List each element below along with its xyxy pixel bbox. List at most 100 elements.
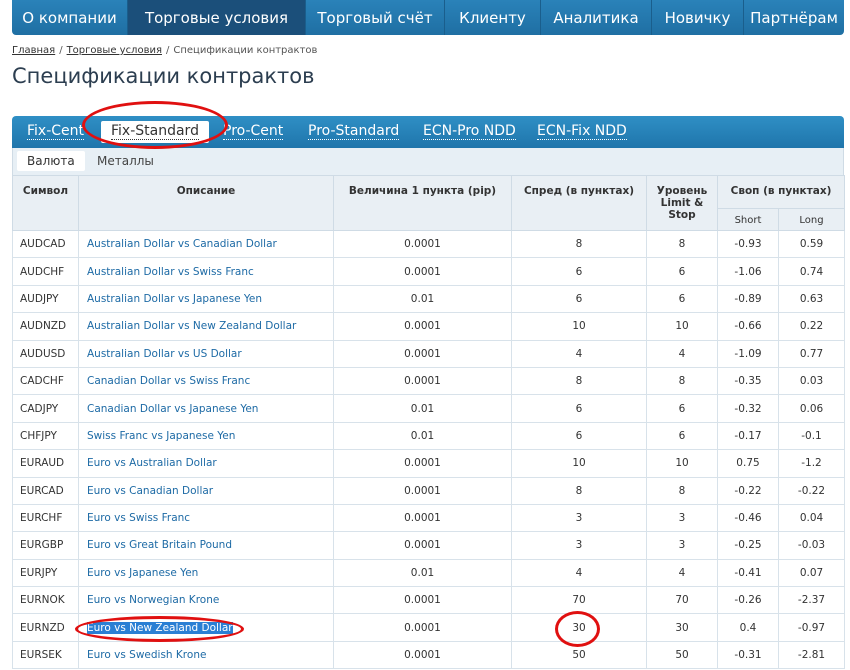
table-row: CADJPY Canadian Dollar vs Japanese Yen 0.0… <box>12 394 846 423</box>
spread-cell: 10 <box>511 449 647 478</box>
table-row: EURNOK Euro vs Norwegian Krone 0.0001 70 70-… <box>12 586 846 615</box>
nav-item-beginner[interactable]: Новичку <box>652 0 744 35</box>
description-link[interactable]: Australian Dollar vs Swiss Franc <box>78 257 334 286</box>
header-pip-value: Величина 1 пункта (pip) <box>333 175 512 231</box>
table-row: EURAUD Euro vs Australian Dollar 0.0001 10 1… <box>12 449 846 478</box>
description-link[interactable]: Swiss Franc vs Japanese Yen <box>78 421 334 451</box>
spread-cell: 6 <box>511 284 647 314</box>
description-link[interactable]: Australian Dollar vs Canadian Dollar <box>78 229 334 259</box>
breadcrumb-separator: / <box>165 45 170 56</box>
swap-long-cell: 0.04 <box>777 503 846 533</box>
nav-item-about[interactable]: О компании <box>12 0 128 35</box>
tab-ecn-pro-ndd[interactable]: ECN-Pro NDD <box>423 116 516 148</box>
description-link[interactable]: Australian Dollar vs New Zealand Dollar <box>78 312 334 341</box>
description-link[interactable]: Euro vs Great Britain Pound <box>78 531 334 560</box>
pip-value-cell: 0.0001 <box>333 366 512 396</box>
pip-value-cell: 0.0001 <box>333 613 512 642</box>
limit-stop-level-cell: 6 <box>646 284 718 314</box>
symbol-cell: CADJPY <box>12 394 79 423</box>
description-link[interactable]: Euro vs New Zealand Dollar <box>78 613 334 642</box>
swap-long-cell: 0.03 <box>777 366 846 396</box>
swap-long-cell: -0.22 <box>777 476 846 505</box>
description-link[interactable]: Euro vs Norwegian Krone <box>78 586 334 615</box>
swap-long-cell: 0.63 <box>777 284 846 314</box>
header-symbol: Символ <box>12 175 79 231</box>
description-link[interactable]: Canadian Dollar vs Japanese Yen <box>78 394 334 423</box>
spread-cell: 10 <box>511 312 647 341</box>
swap-long-cell: -0.1 <box>777 421 846 451</box>
tab-ecn-fix-ndd[interactable]: ECN-Fix NDD <box>537 116 627 148</box>
spread-cell: 6 <box>511 394 647 423</box>
tab-fix-cent[interactable]: Fix-Cent <box>27 116 85 148</box>
subtab-currency[interactable]: Валюта <box>17 151 85 171</box>
pip-value-cell: 0.01 <box>333 394 512 423</box>
pip-value-cell: 0.0001 <box>333 312 512 341</box>
swap-short-cell: -0.22 <box>717 476 779 505</box>
table-row: AUDNZD Australian Dollar vs New Zealand D… <box>12 312 846 341</box>
description-link[interactable]: Euro vs Swiss Franc <box>78 503 334 533</box>
limit-stop-level-cell: 4 <box>646 339 718 368</box>
nav-item-analytics[interactable]: Аналитика <box>541 0 652 35</box>
nav-item-trading-conditions[interactable]: Торговые условия <box>128 0 306 35</box>
header-swap-short: Short <box>717 208 779 231</box>
swap-short-cell: -1.06 <box>717 257 779 286</box>
swap-short-cell: -1.09 <box>717 339 779 368</box>
nav-item-trading-account[interactable]: Торговый счёт <box>306 0 445 35</box>
breadcrumb-section-link[interactable]: Торговые условия <box>67 45 162 56</box>
description-link[interactable]: Australian Dollar vs Japanese Yen <box>78 284 334 314</box>
limit-stop-level-cell: 3 <box>646 531 718 560</box>
symbol-cell: CHFJPY <box>12 421 79 451</box>
table-row: EURSEK Euro vs Swedish Krone 0.0001 50 50 -0.… <box>12 640 846 670</box>
spread-cell: 8 <box>511 366 647 396</box>
limit-stop-level-cell: 4 <box>646 558 718 588</box>
swap-short-cell: -0.35 <box>717 366 779 396</box>
description-link[interactable]: Euro vs Swedish Krone <box>78 640 334 670</box>
symbol-cell: EURJPY <box>12 558 79 588</box>
tab-fix-standard[interactable]: Fix-Standard <box>101 121 209 143</box>
limit-stop-level-cell: 8 <box>646 366 718 396</box>
limit-stop-level-cell: 6 <box>646 257 718 286</box>
swap-long-cell: 0.22 <box>777 312 846 341</box>
description-link[interactable]: Euro vs Australian Dollar <box>78 449 334 478</box>
description-text: Australian Dollar vs Canadian Dollar <box>87 238 277 251</box>
swap-long-cell: 0.07 <box>777 558 846 588</box>
subtab-metals[interactable]: Металлы <box>87 151 164 171</box>
symbol-cell: EURSEK <box>12 640 79 670</box>
swap-short-cell: 0.4 <box>717 613 779 642</box>
tab-label: ECN-Pro NDD <box>423 123 516 140</box>
table-body: AUDCAD Australian Dollar vs Canadian Doll… <box>12 229 846 670</box>
breadcrumb-home-link[interactable]: Главная <box>12 45 55 56</box>
description-link[interactable]: Euro vs Japanese Yen <box>78 558 334 588</box>
description-text: Australian Dollar vs Japanese Yen <box>87 292 263 305</box>
limit-stop-level-cell: 70 <box>646 586 718 615</box>
nav-item-partners[interactable]: Партнёрам <box>744 0 844 35</box>
limit-stop-level-cell: 50 <box>646 640 718 670</box>
symbol-cell: EURAUD <box>12 449 79 478</box>
tab-pro-cent[interactable]: Pro-Cent <box>223 116 284 148</box>
description-text: Euro vs Japanese Yen <box>87 566 199 579</box>
tab-pro-standard[interactable]: Pro-Standard <box>308 116 400 148</box>
breadcrumb: Главная / Торговые условия / Спецификации ко… <box>12 45 317 56</box>
swap-long-cell: -2.81 <box>777 640 846 670</box>
description-link[interactable]: Australian Dollar vs US Dollar <box>78 339 334 368</box>
description-link[interactable]: Canadian Dollar vs Swiss Franc <box>78 366 334 396</box>
table-row: AUDCHF Australian Dollar vs Swiss Franc 0.… <box>12 257 846 286</box>
contract-spec-table-wrapper: Символ Описание Величина 1 пункта (pip) … <box>12 175 846 670</box>
pip-value-cell: 0.01 <box>333 284 512 314</box>
breadcrumb-current: Спецификации контрактов <box>173 45 318 56</box>
swap-long-cell: 0.06 <box>777 394 846 423</box>
nav-item-client[interactable]: Клиенту <box>445 0 541 35</box>
spread-cell: 4 <box>511 339 647 368</box>
symbol-cell: AUDNZD <box>12 312 79 341</box>
symbol-cell: AUDUSD <box>12 339 79 368</box>
spread-cell: 6 <box>511 257 647 286</box>
spread-cell: 6 <box>511 421 647 451</box>
description-link[interactable]: Euro vs Canadian Dollar <box>78 476 334 505</box>
pip-value-cell: 0.0001 <box>333 640 512 670</box>
table-row: EURCAD Euro vs Canadian Dollar 0.0001 8 8 -0.… <box>12 476 846 505</box>
description-text: Euro vs Norwegian Krone <box>87 594 220 607</box>
swap-short-cell: -0.46 <box>717 503 779 533</box>
description-text: Australian Dollar vs Swiss Franc <box>87 265 254 278</box>
top-navigation: О компании Торговые условия Торговый счё… <box>12 0 844 35</box>
spread-cell: 50 <box>511 640 647 670</box>
